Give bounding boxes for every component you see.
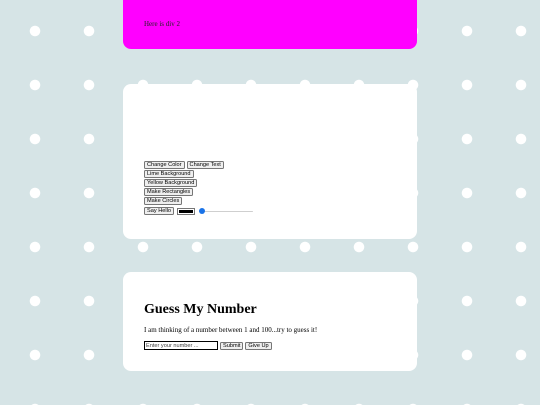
guess-input[interactable] — [144, 341, 218, 350]
make-circles-button[interactable]: Make Circles — [144, 197, 183, 205]
say-hello-button[interactable]: Say Hello — [144, 207, 174, 215]
slider-track — [198, 210, 253, 212]
submit-button[interactable]: Submit — [220, 341, 244, 350]
rectangles-row: Make Rectangles — [144, 188, 404, 196]
guess-form: Submit Give Up — [144, 341, 272, 350]
div2-panel: Here is div 2 — [123, 0, 417, 49]
lime-row: Lime Background — [144, 170, 404, 178]
lime-background-button[interactable]: Lime Background — [144, 170, 194, 178]
range-slider[interactable] — [198, 207, 253, 215]
controls-area: Change Color Change Text Lime Background… — [144, 161, 404, 216]
change-color-button[interactable]: Change Color — [144, 161, 185, 169]
guess-description: I am thinking of a number between 1 and … — [144, 326, 318, 334]
color-swatch — [178, 209, 193, 213]
circles-row: Make Circles — [144, 197, 404, 205]
hello-row: Say Hello — [144, 207, 404, 215]
slider-thumb[interactable] — [198, 207, 205, 214]
give-up-button[interactable]: Give Up — [245, 341, 272, 350]
controls-panel: Change Color Change Text Lime Background… — [123, 84, 417, 239]
make-rectangles-button[interactable]: Make Rectangles — [144, 188, 194, 196]
div2-label: Here is div 2 — [144, 20, 180, 28]
change-text-button[interactable]: Change Text — [186, 161, 224, 169]
guess-panel: Guess My Number I am thinking of a numbe… — [123, 272, 417, 371]
yellow-background-button[interactable]: Yellow Background — [144, 179, 198, 187]
guess-title: Guess My Number — [144, 302, 257, 317]
color-text-row: Change Color Change Text — [144, 161, 404, 169]
yellow-row: Yellow Background — [144, 179, 404, 187]
color-picker[interactable] — [176, 207, 195, 215]
